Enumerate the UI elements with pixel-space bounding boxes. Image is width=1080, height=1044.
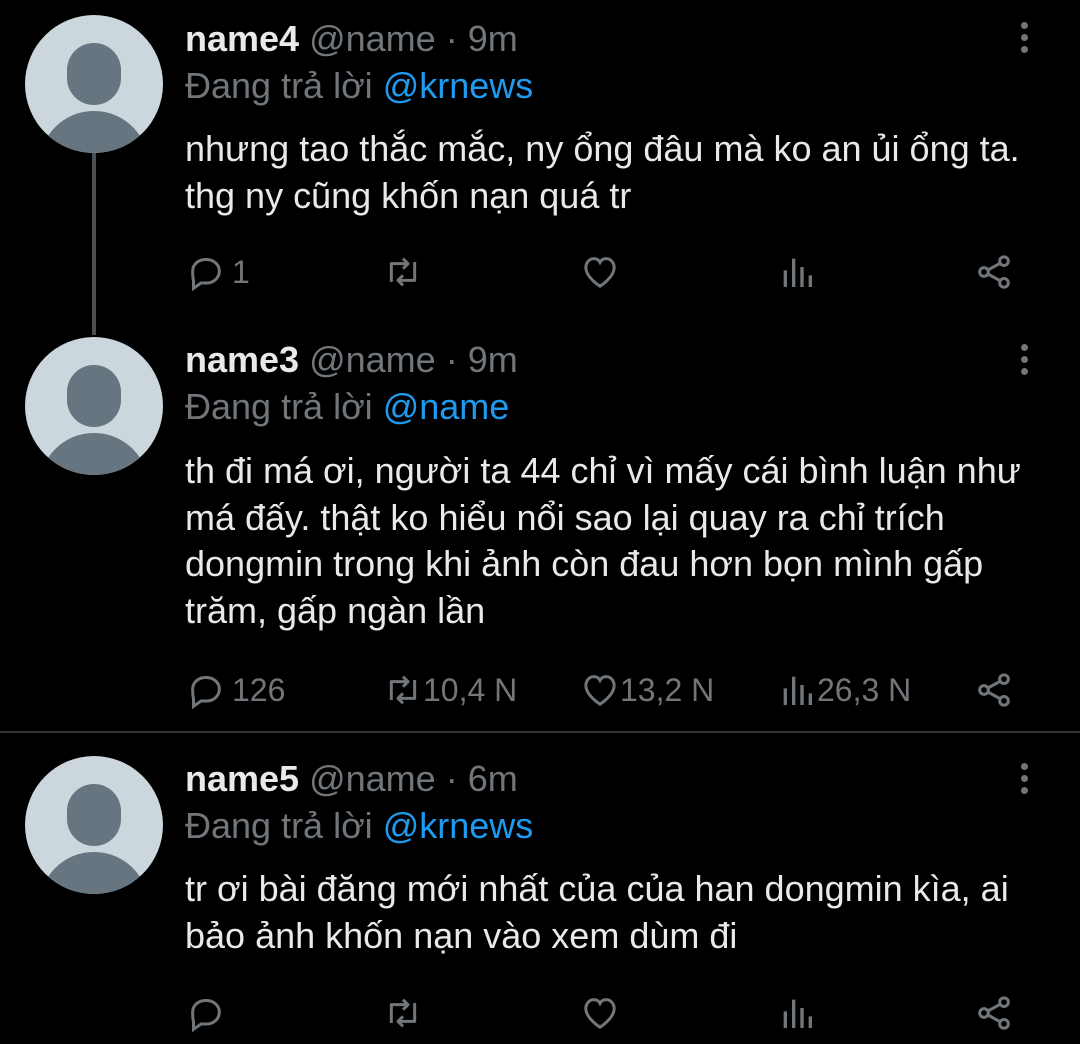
replying-to: Đang trả lời @krnews: [185, 64, 533, 108]
timestamp[interactable]: · 6m: [446, 758, 518, 799]
replying-to-label: Đang trả lời: [185, 805, 383, 846]
avatar-body-shape: [39, 852, 149, 894]
tweet-text: tr ơi bài đăng mới nhất của của han dong…: [185, 868, 1009, 956]
timestamp[interactable]: · 9m: [446, 18, 518, 59]
display-name[interactable]: name3: [185, 339, 299, 380]
retweet-button[interactable]: [383, 991, 429, 1035]
share-button[interactable]: [974, 991, 1014, 1035]
replying-to: Đang trả lời @krnews: [185, 804, 533, 848]
user-handle[interactable]: @name: [309, 18, 436, 59]
tweet-name3[interactable]: name3 @name · 9m Đang trả lời @name th đ…: [0, 330, 1080, 730]
heart-icon: [584, 675, 616, 706]
tweet-actions: [0, 991, 1080, 1035]
avatar-body-shape: [39, 433, 149, 475]
avatar-head-shape: [67, 365, 121, 427]
like-button[interactable]: [580, 991, 626, 1035]
reply-button[interactable]: 1: [186, 250, 250, 294]
share-button[interactable]: [974, 250, 1014, 294]
tweet-text: th đi má ơi, người ta 44 chỉ vì mấy cái …: [185, 450, 1021, 631]
avatar-head-shape: [67, 43, 121, 105]
more-vertical-icon[interactable]: [1014, 763, 1034, 799]
share-icon: [978, 996, 1010, 1030]
tweet-name4[interactable]: name4 @name · 9m Đang trả lời @krnews nh…: [0, 0, 1080, 330]
display-name[interactable]: name5: [185, 758, 299, 799]
reply-button[interactable]: 126: [186, 668, 285, 712]
like-button[interactable]: 13,2 N: [580, 668, 714, 712]
mention-link[interactable]: @krnews: [383, 805, 534, 846]
avatar-body-shape: [39, 111, 149, 153]
share-icon: [978, 673, 1010, 707]
share-icon: [978, 255, 1010, 289]
more-vertical-icon[interactable]: [1014, 22, 1034, 58]
retweet-count: 10,4 N: [423, 671, 518, 708]
views-button[interactable]: 26,3 N: [777, 668, 911, 712]
views-count: 26,3 N: [817, 671, 912, 708]
retweet-icon: [389, 675, 417, 705]
retweet-icon: [389, 998, 417, 1028]
views-icon: [783, 258, 812, 287]
reply-count: 1: [232, 253, 250, 290]
heart-icon: [584, 257, 616, 288]
avatar-head-shape: [67, 784, 121, 846]
views-icon: [783, 676, 812, 705]
retweet-button[interactable]: 10,4 N: [383, 668, 517, 712]
user-handle[interactable]: @name: [309, 339, 436, 380]
retweet-icon: [389, 257, 417, 287]
views-icon: [783, 999, 812, 1028]
more-vertical-icon[interactable]: [1014, 344, 1034, 380]
replying-to-label: Đang trả lời: [185, 65, 383, 106]
tweet-actions: 126 10,4 N 13,2 N 26,3 N: [0, 668, 1080, 712]
heart-icon: [584, 998, 616, 1029]
reply-icon: [191, 258, 221, 292]
replying-to: Đang trả lời @name: [185, 385, 509, 429]
mention-link[interactable]: @name: [383, 386, 510, 427]
share-button[interactable]: [974, 668, 1014, 712]
views-button[interactable]: [777, 991, 823, 1035]
tweet-header: name5 @name · 6m: [185, 757, 518, 801]
retweet-button[interactable]: [383, 250, 429, 294]
views-button[interactable]: [777, 250, 823, 294]
reply-count: 126: [232, 671, 286, 708]
mention-link[interactable]: @krnews: [383, 65, 534, 106]
user-handle[interactable]: @name: [309, 758, 436, 799]
tweet-text: nhưng tao thắc mắc, ny ổng đâu mà ko an …: [185, 128, 1020, 216]
avatar[interactable]: [25, 756, 163, 894]
like-count: 13,2 N: [620, 671, 715, 708]
tweet-actions: 1: [0, 250, 1080, 294]
tweet-name5[interactable]: name5 @name · 6m Đang trả lời @krnews tr…: [0, 733, 1080, 1044]
replying-to-label: Đang trả lời: [185, 386, 383, 427]
reply-icon: [191, 999, 221, 1033]
like-button[interactable]: [580, 250, 626, 294]
reply-icon: [191, 676, 221, 710]
display-name[interactable]: name4: [185, 18, 299, 59]
avatar[interactable]: [25, 15, 163, 153]
avatar[interactable]: [25, 337, 163, 475]
tweet-header: name3 @name · 9m: [185, 338, 518, 382]
reply-button[interactable]: [186, 991, 232, 1035]
tweet-header: name4 @name · 9m: [185, 17, 518, 61]
timestamp[interactable]: · 9m: [446, 339, 518, 380]
